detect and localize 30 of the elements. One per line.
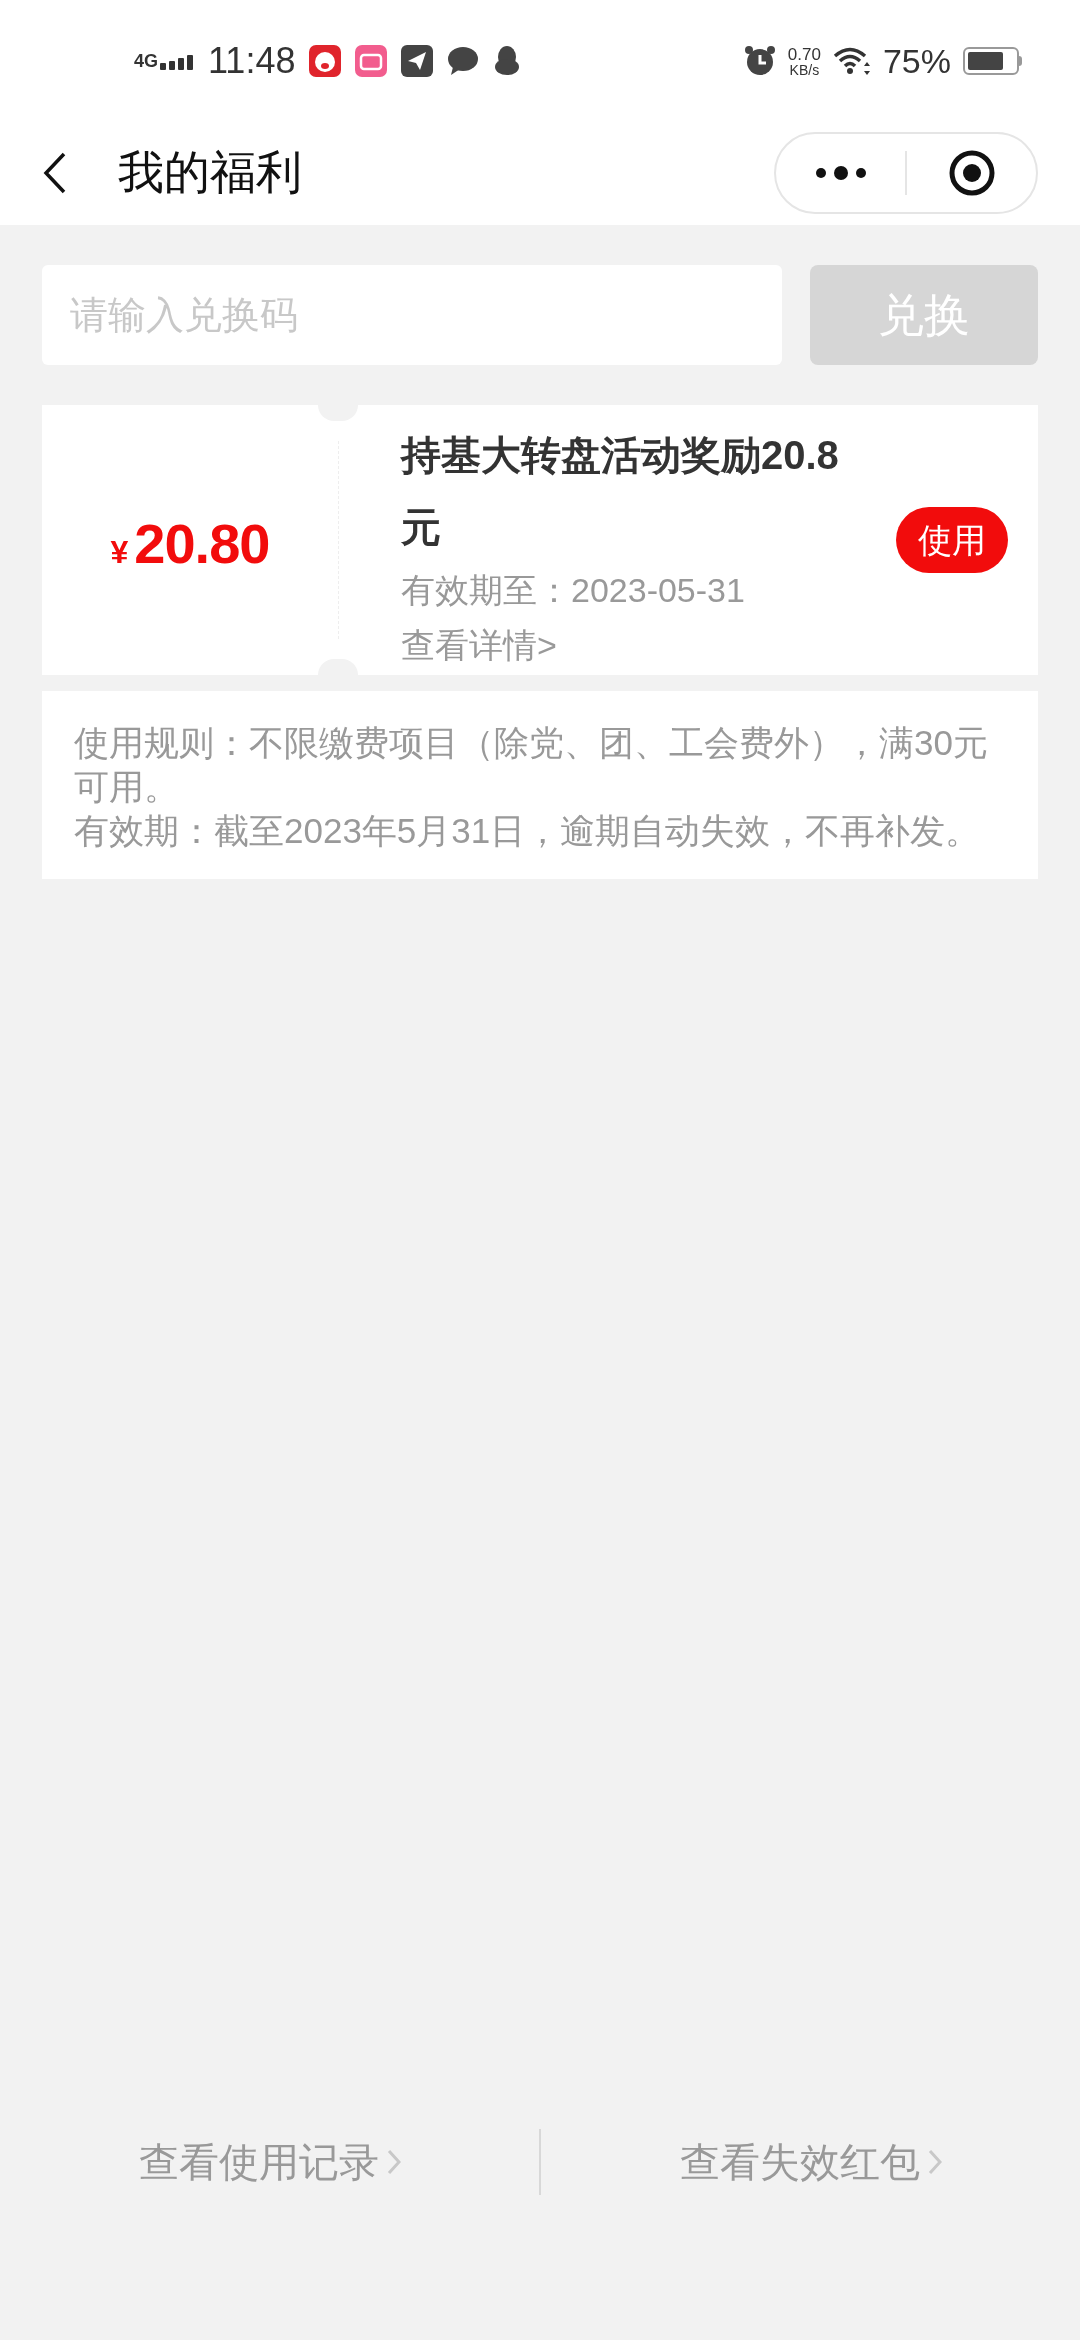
- wifi-icon: [832, 46, 871, 76]
- page-title: 我的福利: [118, 145, 303, 200]
- expiry-date: 有效期至：2023-05-31: [401, 570, 746, 611]
- penguin-icon: [493, 45, 522, 77]
- alarm-clock-icon: [743, 45, 776, 77]
- coupon-title: 持基大转盘活动奖励20.8元: [401, 432, 840, 551]
- status-time: 11:48: [208, 43, 296, 79]
- more-icon[interactable]: [813, 165, 868, 180]
- tv-app-icon: [355, 45, 388, 77]
- rule-text: 使用规则：不限缴费项目（除党、团、工会费外），满30元可用。: [74, 722, 989, 808]
- back-icon[interactable]: [42, 150, 68, 195]
- use-button[interactable]: 使用: [896, 507, 1008, 573]
- details-link[interactable]: 查看详情>: [401, 617, 557, 673]
- paper-plane-icon: [401, 45, 434, 77]
- chevron-icon: [927, 2149, 942, 2175]
- target-icon[interactable]: [947, 148, 996, 197]
- footer-link[interactable]: 查看失效红包: [679, 2132, 920, 2192]
- footer-link[interactable]: 查看使用记录: [138, 2132, 379, 2192]
- battery-percent: 75%: [882, 44, 951, 78]
- speed-value: 0.70: [787, 45, 821, 63]
- dog-app-icon: [309, 45, 342, 77]
- chevron-icon: [386, 2149, 401, 2175]
- coupon-amount: 20.80: [134, 511, 270, 577]
- battery-icon: [963, 47, 1022, 75]
- signal-icon: [160, 54, 194, 70]
- rule-text: 有效期：截至2023年5月31日，逾期自动失效，不再补发。: [74, 810, 982, 852]
- currency-symbol: ¥: [110, 533, 129, 572]
- chat-bubble-icon: [447, 46, 480, 76]
- speed-unit: KB/s: [789, 62, 820, 77]
- network-label: 4G: [134, 52, 158, 70]
